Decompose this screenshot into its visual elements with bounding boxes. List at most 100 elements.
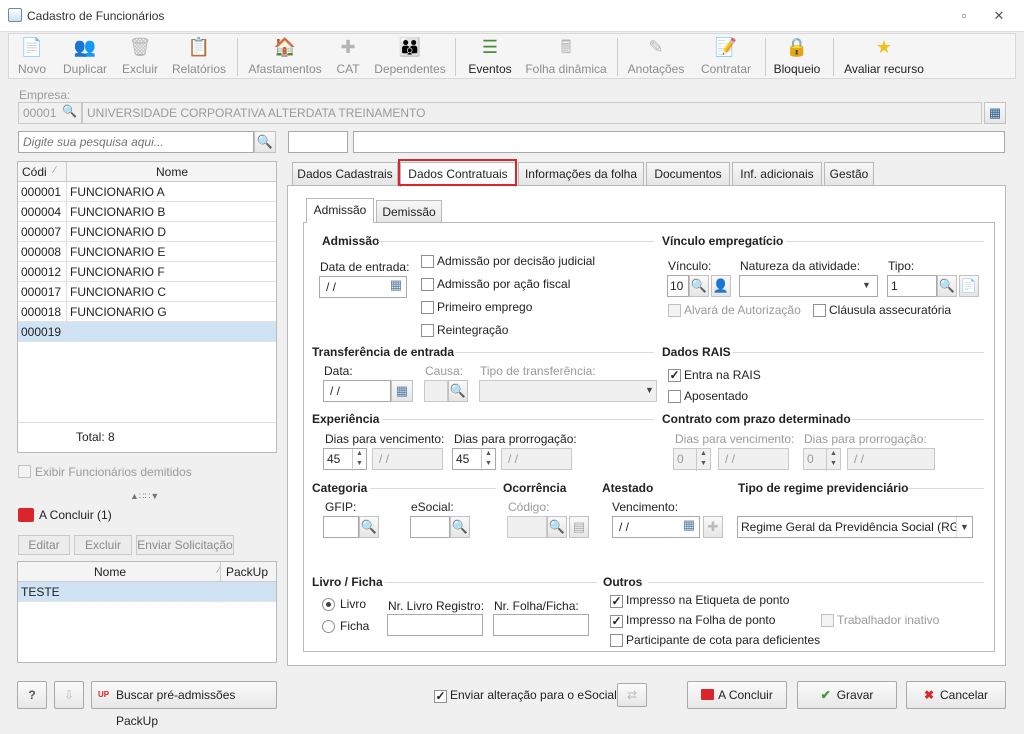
nr-livro-input[interactable] [387, 614, 483, 636]
livro-section-title: Livro / Ficha [312, 575, 383, 589]
col-code-header[interactable]: Códi [22, 165, 47, 179]
inativo-checkbox[interactable] [821, 614, 834, 630]
enviar-esocial-checkbox[interactable] [434, 689, 447, 703]
primeiro-emprego-checkbox[interactable] [421, 301, 434, 317]
avaliar-recurso-button[interactable]: ★ Avaliar recurso [841, 36, 927, 78]
clausula-checkbox[interactable] [813, 304, 826, 320]
search-input[interactable] [18, 131, 254, 153]
transfer-button[interactable]: ⇩ [54, 681, 84, 709]
dependentes-button[interactable]: 👪 Dependentes [373, 36, 447, 78]
calendar-icon[interactable]: ▦ [680, 517, 698, 537]
search-button[interactable]: 🔍 [254, 131, 276, 153]
folha-dinamica-button[interactable]: 🖩 Folha dinâmica [523, 36, 609, 78]
table-row[interactable]: 000012 FUNCIONARIO F [18, 262, 276, 282]
close-icon[interactable]: ✕ [988, 6, 1010, 26]
restore-icon[interactable]: ▫ [953, 6, 975, 26]
to-do-icon [701, 689, 715, 700]
fiscal-checkbox[interactable] [421, 278, 434, 294]
novo-button[interactable]: 📄 Novo [13, 36, 51, 78]
search-code-input[interactable] [288, 131, 348, 153]
contratar-button[interactable]: 📝 Contratar [695, 36, 757, 78]
vinculo-search-button[interactable]: 🔍 [689, 275, 709, 297]
col-nome-header[interactable]: Nome [94, 565, 126, 579]
splitter-handle[interactable]: ▲∷∷▼ [130, 491, 159, 502]
alvara-checkbox[interactable] [668, 304, 681, 320]
vinculo-input[interactable]: 10 [667, 275, 689, 297]
transf-calendar-button[interactable]: ▦ [391, 380, 413, 402]
anotacoes-button[interactable]: ✎ Anotações [625, 36, 687, 78]
ficha-radio[interactable] [322, 620, 335, 636]
tipo-add-button[interactable]: 📄 [959, 275, 979, 297]
cancelar-button[interactable]: ✖ Cancelar [906, 681, 1006, 709]
search-icon: 🔍 [690, 278, 708, 293]
tab-4[interactable]: Documentos [646, 162, 730, 186]
etiqueta-checkbox[interactable] [610, 594, 623, 608]
alvara-label: Alvará de Autorização [684, 303, 801, 317]
reintegracao-checkbox[interactable] [421, 324, 434, 340]
buscar-packup-button[interactable]: UP Buscar pré-admissões PackUp [91, 681, 277, 728]
table-row[interactable]: 000017 FUNCIONARIO C [18, 282, 276, 302]
row-code: 000001 [21, 185, 62, 199]
exp-venc-input[interactable]: 45 ▲ ▼ [323, 448, 367, 471]
subtab-2[interactable]: Demissão [376, 200, 442, 224]
cat-button[interactable]: ✚ CAT [331, 36, 365, 78]
window-title: Cadastro de Funcionários [27, 9, 165, 23]
table-row[interactable]: 000008 FUNCIONARIO E [18, 242, 276, 262]
livro-radio[interactable] [322, 598, 335, 614]
bloqueio-button[interactable]: 🔒 Bloqueio [771, 36, 823, 78]
regime-select[interactable]: Regime Geral da Previdência Social (RGP [737, 516, 973, 538]
judicial-checkbox[interactable] [421, 255, 434, 271]
col-name-header[interactable]: Nome [156, 165, 188, 179]
entra-rais-checkbox[interactable] [668, 368, 681, 382]
natureza-select[interactable] [739, 275, 878, 297]
help-button[interactable]: ? [17, 681, 47, 709]
table-row[interactable]: 000019 [18, 322, 276, 342]
tab-5[interactable]: Inf. adicionais [732, 162, 822, 186]
table-row[interactable]: 000001 FUNCIONARIO A [18, 182, 276, 202]
afastamentos-button[interactable]: 🏠 Afastamentos [245, 36, 325, 78]
gfip-search-button[interactable]: 🔍 [359, 516, 379, 538]
nr-folha-input[interactable] [493, 614, 589, 636]
exibir-demitidos-checkbox[interactable] [18, 465, 31, 481]
tipo-search-button[interactable]: 🔍 [937, 275, 957, 297]
excluir-pending-button[interactable]: Excluir [74, 535, 132, 555]
relatorios-button[interactable]: 📋 Relatórios [169, 36, 229, 78]
esocial-input[interactable] [410, 516, 450, 538]
eventos-button[interactable]: ☰ Eventos [465, 36, 515, 78]
aposentado-checkbox[interactable] [668, 390, 681, 406]
tab-1[interactable]: Dados Cadastrais [292, 162, 398, 186]
excluir-button[interactable]: 🗑 Excluir [119, 36, 161, 78]
gravar-button[interactable]: ✔ Gravar [797, 681, 897, 709]
table-row[interactable]: TESTE [18, 582, 276, 602]
empresa-calendar-button[interactable]: ▦ [984, 102, 1006, 124]
tipo-input[interactable]: 1 [887, 275, 937, 297]
vinculo-add-button[interactable]: 👤 [711, 275, 731, 297]
tab-6[interactable]: Gestão [824, 162, 874, 186]
esocial-search-button[interactable]: 🔍 [450, 516, 470, 538]
cota-checkbox[interactable] [610, 634, 623, 650]
house-arrow-icon: 🏠 [273, 37, 297, 57]
exp-prorr-input[interactable]: 45 ▲ ▼ [452, 448, 496, 471]
calendar-icon[interactable]: ▦ [387, 277, 405, 297]
clausula-label: Cláusula assecuratória [829, 303, 952, 317]
search-name-input[interactable] [353, 131, 1005, 153]
editar-button[interactable]: Editar [18, 535, 70, 555]
subtab-1[interactable]: Admissão [306, 198, 374, 223]
enviar-solicitacao-button[interactable]: Enviar Solicitação [136, 535, 234, 555]
transf-data-input[interactable]: / / [323, 380, 391, 402]
contrato-venc-input: 0 ▲ ▼ [673, 448, 711, 471]
tab-3[interactable]: Informações da folha [518, 162, 644, 186]
a-concluir-button[interactable]: A Concluir [687, 681, 787, 709]
folha-ponto-checkbox[interactable] [610, 614, 623, 628]
table-row[interactable]: 000018 FUNCIONARIO G [18, 302, 276, 322]
duplicar-button[interactable]: 👥 Duplicar [59, 36, 111, 78]
highlight-box [398, 159, 517, 186]
table-row[interactable]: 000007 FUNCIONARIO D [18, 222, 276, 242]
a-concluir-title: A Concluir (1) [39, 508, 112, 522]
gfip-input[interactable] [323, 516, 359, 538]
ocorrencia-codigo-label: Código: [508, 500, 550, 514]
search-icon: 🔍 [451, 519, 469, 534]
esocial-send-button[interactable]: ⇄ [617, 683, 647, 707]
table-row[interactable]: 000004 FUNCIONARIO B [18, 202, 276, 222]
col-packup-header[interactable]: PackUp [226, 565, 268, 579]
